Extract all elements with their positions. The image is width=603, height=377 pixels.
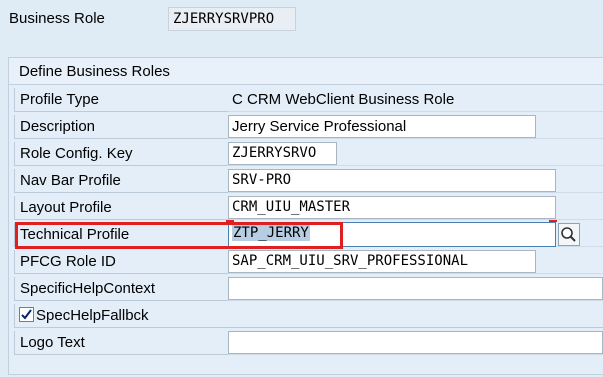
pfcg-role-id-label-text: PFCG Role ID (20, 253, 116, 270)
profile-type-label-text: Profile Type (20, 91, 99, 108)
technical-profile-search-button[interactable] (558, 223, 580, 246)
layout-profile-label: Layout Profile (14, 196, 228, 220)
nav-bar-profile-label-text: Nav Bar Profile (20, 172, 121, 189)
description-input[interactable]: Jerry Service Professional (228, 115, 536, 138)
spec-help-fallback-checkbox[interactable] (19, 307, 34, 323)
nav-bar-profile-input[interactable]: SRV-PRO (228, 169, 556, 192)
profile-type-value: C CRM WebClient Business Role (232, 91, 455, 108)
profile-type-cell: C CRM WebClient Business Role (228, 88, 603, 112)
role-config-key-input[interactable]: ZJERRYSRVO (228, 142, 337, 165)
description-label: Description (14, 115, 228, 139)
highlight-annotation (15, 222, 343, 249)
pfcg-role-id-label: PFCG Role ID (14, 250, 228, 274)
specific-help-context-input[interactable] (228, 277, 603, 300)
specific-help-context-label-text: SpecificHelpContext (20, 280, 156, 297)
search-icon (561, 227, 576, 242)
business-role-label: Business Role (9, 10, 105, 27)
logo-text-label-text: Logo Text (20, 334, 85, 351)
spec-help-fallback-label: SpecHelpFallbck (36, 307, 149, 324)
spec-help-fallback-row: SpecHelpFallbck (14, 304, 603, 328)
specific-help-context-label: SpecificHelpContext (14, 277, 228, 301)
check-icon (21, 309, 32, 320)
layout-profile-label-text: Layout Profile (20, 199, 112, 216)
highlight-corner-right (549, 220, 557, 223)
layout-profile-input[interactable]: CRM_UIU_MASTER (228, 196, 556, 219)
nav-bar-profile-label: Nav Bar Profile (14, 169, 228, 193)
description-label-text: Description (20, 118, 96, 135)
logo-text-input[interactable] (228, 331, 603, 354)
pfcg-role-id-input[interactable]: SAP_CRM_UIU_SRV_PROFESSIONAL (228, 250, 536, 273)
highlight-corner-left (226, 220, 234, 223)
group-title: Define Business Roles (19, 63, 170, 80)
business-role-value: ZJERRYSRVPRO (168, 7, 296, 31)
profile-type-label: Profile Type (14, 88, 228, 112)
role-config-key-label-text: Role Config. Key (20, 145, 133, 162)
logo-text-label: Logo Text (14, 331, 228, 355)
role-config-key-label: Role Config. Key (14, 142, 228, 166)
